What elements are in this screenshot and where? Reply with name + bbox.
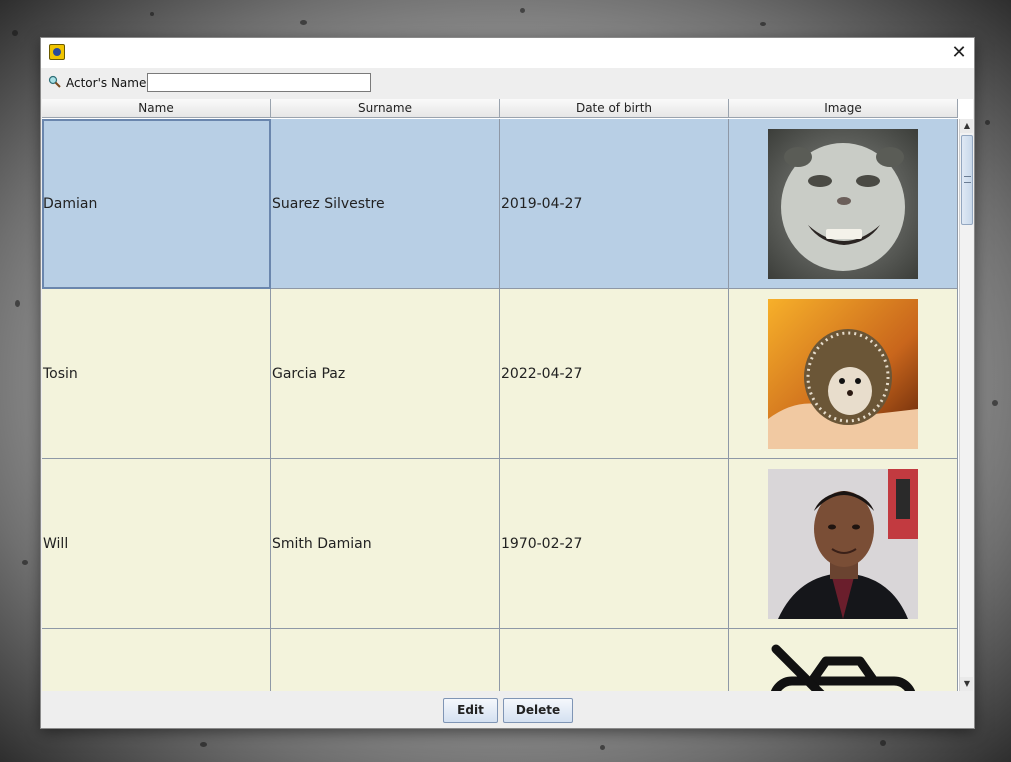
image-cell[interactable] bbox=[729, 119, 958, 289]
no-camera-icon bbox=[770, 644, 916, 691]
image-cell[interactable] bbox=[729, 289, 958, 459]
app-logo-icon bbox=[49, 44, 65, 60]
table-row[interactable] bbox=[42, 629, 958, 691]
man-in-suit-portrait-photo bbox=[768, 468, 918, 619]
table-row[interactable]: Damian Suarez Silvestre 2019-04-27 bbox=[42, 119, 958, 289]
column-header-surname[interactable]: Surname bbox=[271, 99, 500, 118]
date-of-birth-cell[interactable]: 2019-04-27 bbox=[500, 119, 729, 289]
image-cell[interactable] bbox=[729, 629, 958, 691]
vertical-scrollbar[interactable]: ▲ ▼ bbox=[959, 119, 973, 691]
actors-table: Name Surname Date of birth Image Damian … bbox=[42, 99, 973, 691]
name-cell[interactable]: Damian bbox=[42, 119, 271, 289]
scroll-up-arrow-icon[interactable]: ▲ bbox=[960, 119, 973, 133]
column-header-name[interactable]: Name bbox=[42, 99, 271, 118]
date-of-birth-cell[interactable]: 2022-04-27 bbox=[500, 289, 729, 459]
surname-cell[interactable]: Smith Damian bbox=[271, 459, 500, 629]
search-bar: Actor's Name bbox=[41, 68, 974, 98]
edit-button[interactable]: Edit bbox=[443, 698, 498, 723]
surname-cell[interactable] bbox=[271, 629, 500, 691]
column-header-date-of-birth[interactable]: Date of birth bbox=[500, 99, 729, 118]
actor-name-search-input[interactable] bbox=[147, 73, 371, 92]
scrollbar-thumb[interactable] bbox=[961, 135, 973, 225]
actor-list-window: ✕ Actor's Name Name Surname Date of birt… bbox=[41, 38, 974, 728]
button-bar: Edit Delete bbox=[41, 692, 974, 728]
column-header-image[interactable]: Image bbox=[729, 99, 958, 118]
name-cell[interactable]: Tosin bbox=[42, 289, 271, 459]
table-header: Name Surname Date of birth Image bbox=[42, 99, 958, 119]
name-cell[interactable] bbox=[42, 629, 271, 691]
scrollbar-grip-icon bbox=[964, 176, 971, 183]
actor-name-label: Actor's Name bbox=[66, 76, 147, 90]
grinning-cat-photo bbox=[768, 128, 918, 279]
image-cell[interactable] bbox=[729, 459, 958, 629]
name-cell[interactable]: Will bbox=[42, 459, 271, 629]
title-bar: ✕ bbox=[41, 38, 974, 68]
date-of-birth-cell[interactable] bbox=[500, 629, 729, 691]
table-row[interactable]: Tosin Garcia Paz 2022-04-27 bbox=[42, 289, 958, 459]
search-icon bbox=[48, 75, 61, 88]
delete-button[interactable]: Delete bbox=[503, 698, 573, 723]
scroll-down-arrow-icon[interactable]: ▼ bbox=[960, 677, 973, 691]
table-body: Damian Suarez Silvestre 2019-04-27 Tosin… bbox=[42, 119, 958, 691]
surname-cell[interactable]: Garcia Paz bbox=[271, 289, 500, 459]
surname-cell[interactable]: Suarez Silvestre bbox=[271, 119, 500, 289]
date-of-birth-cell[interactable]: 1970-02-27 bbox=[500, 459, 729, 629]
hedgehog-in-hand-photo bbox=[768, 298, 918, 449]
close-window-button[interactable]: ✕ bbox=[944, 38, 974, 68]
table-row[interactable]: Will Smith Damian 1970-02-27 bbox=[42, 459, 958, 629]
